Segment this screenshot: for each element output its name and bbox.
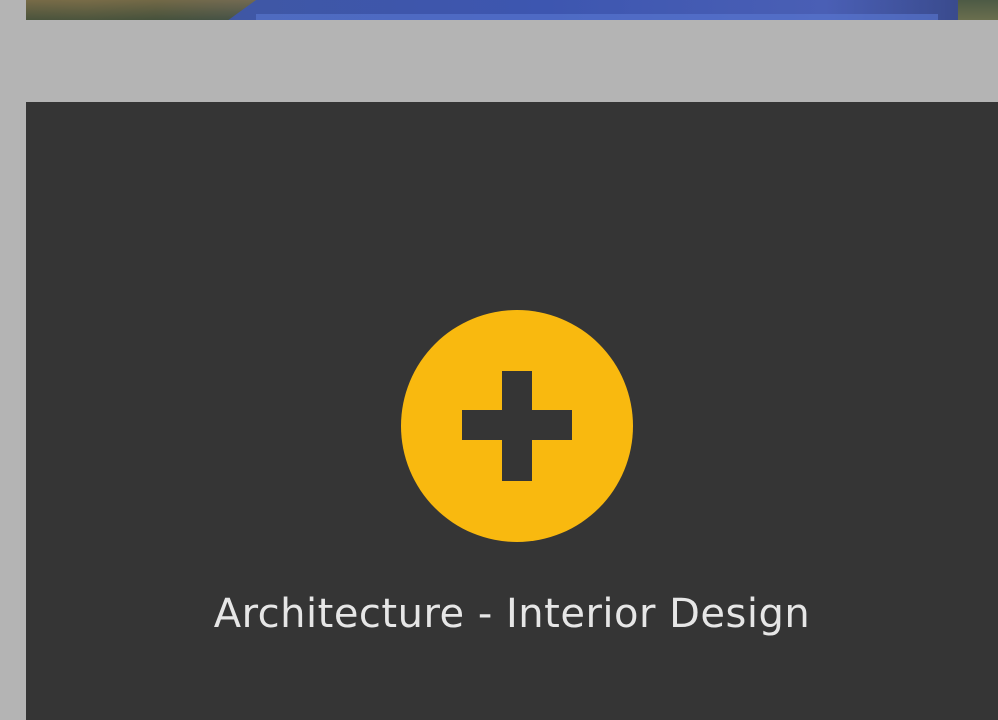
thumbnail-shore — [26, 0, 256, 20]
thumbnail-water — [256, 14, 938, 20]
expand-project-button[interactable] — [401, 310, 633, 542]
plus-icon — [462, 371, 572, 481]
project-title[interactable]: Architecture - Interior Design — [26, 590, 998, 638]
project-card[interactable]: Architecture - Interior Design — [26, 102, 998, 720]
project-thumbnail-image[interactable] — [26, 0, 998, 20]
portfolio-grid: Architecture - Interior Design — [0, 0, 998, 720]
thumbnail-right-bank — [958, 0, 998, 20]
